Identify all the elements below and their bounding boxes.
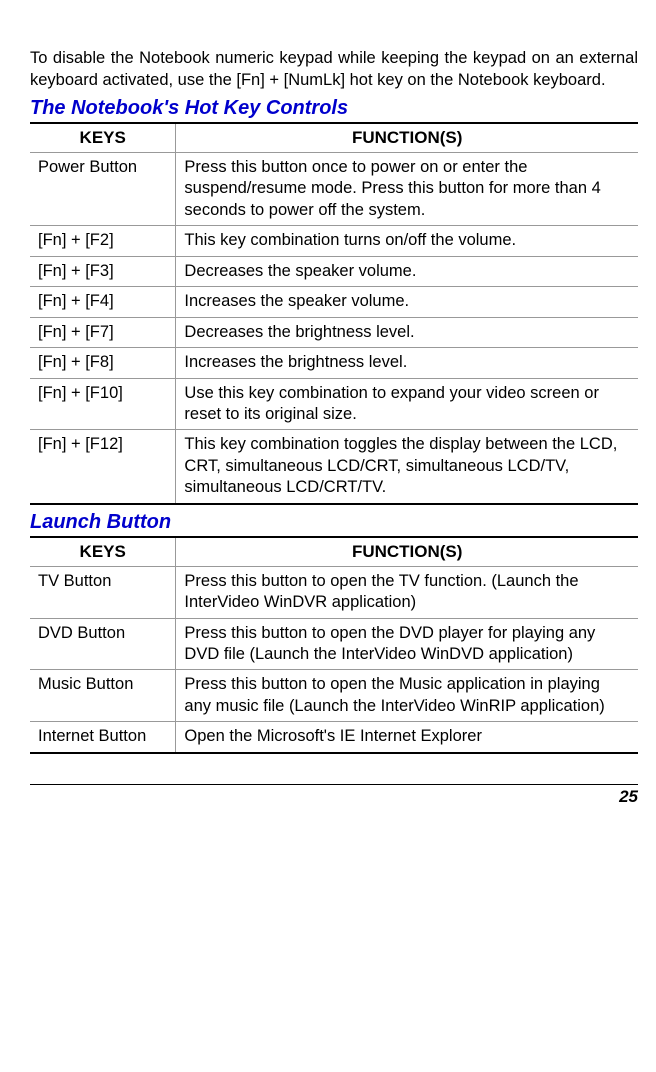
launch-col-keys: KEYS bbox=[30, 537, 176, 567]
func-cell: Press this button to open the Music appl… bbox=[176, 670, 638, 722]
key-cell: DVD Button bbox=[30, 618, 176, 670]
key-cell: [Fn] + [F2] bbox=[30, 226, 176, 256]
func-cell: Open the Microsoft's IE Internet Explore… bbox=[176, 722, 638, 753]
func-cell: Decreases the speaker volume. bbox=[176, 256, 638, 286]
func-cell: Press this button to open the DVD player… bbox=[176, 618, 638, 670]
func-cell: Press this button once to power on or en… bbox=[176, 153, 638, 226]
hotkey-heading: The Notebook's Hot Key Controls bbox=[30, 97, 638, 120]
func-cell: This key combination toggles the display… bbox=[176, 430, 638, 504]
func-cell: Decreases the brightness level. bbox=[176, 317, 638, 347]
intro-paragraph: To disable the Notebook numeric keypad w… bbox=[30, 47, 638, 92]
key-cell: [Fn] + [F12] bbox=[30, 430, 176, 504]
key-cell: [Fn] + [F3] bbox=[30, 256, 176, 286]
table-row: Internet ButtonOpen the Microsoft's IE I… bbox=[30, 722, 638, 753]
key-cell: [Fn] + [F10] bbox=[30, 378, 176, 430]
key-cell: Music Button bbox=[30, 670, 176, 722]
page-number: 25 bbox=[30, 784, 638, 807]
table-row: [Fn] + [F12]This key combination toggles… bbox=[30, 430, 638, 504]
hotkey-col-func: FUNCTION(S) bbox=[176, 123, 638, 153]
table-row: [Fn] + [F3]Decreases the speaker volume. bbox=[30, 256, 638, 286]
table-row: [Fn] + [F2]This key combination turns on… bbox=[30, 226, 638, 256]
table-row: Music ButtonPress this button to open th… bbox=[30, 670, 638, 722]
launch-table: KEYS FUNCTION(S) TV ButtonPress this but… bbox=[30, 536, 638, 754]
key-cell: [Fn] + [F7] bbox=[30, 317, 176, 347]
launch-heading: Launch Button bbox=[30, 511, 638, 534]
table-row: DVD ButtonPress this button to open the … bbox=[30, 618, 638, 670]
launch-col-func: FUNCTION(S) bbox=[176, 537, 638, 567]
key-cell: [Fn] + [F8] bbox=[30, 348, 176, 378]
key-cell: TV Button bbox=[30, 566, 176, 618]
hotkey-col-keys: KEYS bbox=[30, 123, 176, 153]
func-cell: Increases the speaker volume. bbox=[176, 287, 638, 317]
func-cell: Increases the brightness level. bbox=[176, 348, 638, 378]
func-cell: Use this key combination to expand your … bbox=[176, 378, 638, 430]
table-row: Power ButtonPress this button once to po… bbox=[30, 153, 638, 226]
hotkey-table: KEYS FUNCTION(S) Power ButtonPress this … bbox=[30, 122, 638, 505]
table-row: [Fn] + [F8]Increases the brightness leve… bbox=[30, 348, 638, 378]
table-row: [Fn] + [F4]Increases the speaker volume. bbox=[30, 287, 638, 317]
table-row: [Fn] + [F7]Decreases the brightness leve… bbox=[30, 317, 638, 347]
func-cell: Press this button to open the TV functio… bbox=[176, 566, 638, 618]
key-cell: Power Button bbox=[30, 153, 176, 226]
key-cell: Internet Button bbox=[30, 722, 176, 753]
table-row: [Fn] + [F10]Use this key combination to … bbox=[30, 378, 638, 430]
func-cell: This key combination turns on/off the vo… bbox=[176, 226, 638, 256]
table-row: TV ButtonPress this button to open the T… bbox=[30, 566, 638, 618]
key-cell: [Fn] + [F4] bbox=[30, 287, 176, 317]
